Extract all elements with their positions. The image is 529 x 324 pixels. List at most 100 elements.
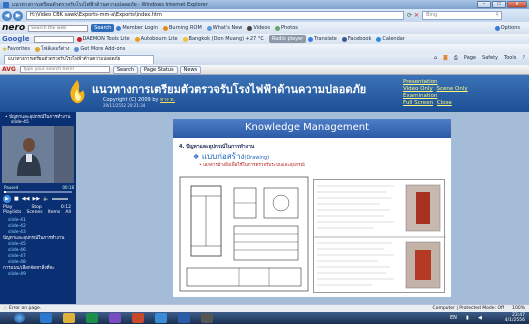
clock[interactable]: 23:47 4/1/2556 — [505, 313, 525, 323]
tools-menu[interactable]: Tools — [504, 55, 516, 61]
next-icon[interactable]: ▶▶ — [32, 196, 40, 202]
maximize-button[interactable]: ▭ — [492, 1, 506, 8]
google-item-label: Calendar — [382, 36, 405, 42]
google-item-daemon[interactable]: DAEMON Tools Lite — [76, 36, 130, 42]
tab-bar: แนวทางการเตรียมตัวตรวจรับโรงไฟฟ้าด้านควา… — [0, 54, 529, 65]
status-text[interactable]: Error on page. — [9, 306, 41, 311]
nero-options[interactable]: Options — [494, 25, 520, 31]
avg-page-status-button[interactable]: Page Status — [140, 65, 178, 74]
video-state: Paused — [4, 185, 19, 190]
start-button[interactable] — [14, 313, 25, 323]
google-item-translate[interactable]: Translate — [308, 36, 337, 42]
magnifier-icon[interactable]: ⚲ — [495, 12, 499, 19]
nero-item-member-login[interactable]: Member Login — [116, 25, 158, 31]
zoom-label[interactable]: 100% — [512, 306, 525, 311]
spec-sheet-graphic — [314, 184, 446, 289]
google-item-label: DAEMON Tools Lite — [82, 36, 130, 42]
close-link[interactable]: Close — [437, 100, 452, 106]
close-button[interactable]: x — [507, 1, 527, 8]
volume-icon[interactable]: ◀ — [478, 315, 482, 321]
play-button[interactable]: ▶ — [3, 195, 11, 203]
scenes-tab[interactable]: Scenes — [26, 210, 42, 215]
taskbar-player-icon[interactable] — [201, 313, 213, 323]
nero-search-input[interactable]: Search the web — [28, 24, 89, 32]
subheading-thai: แบบก่อสร้าง — [201, 152, 245, 161]
radio-player-button[interactable]: Radio player — [268, 35, 307, 43]
flame-logo-icon — [70, 80, 85, 104]
favorites-link-folder[interactable]: โฟล์เดอร์ต่าง — [34, 45, 69, 53]
nero-item-photos[interactable]: Photos — [275, 25, 298, 31]
nero-item-videos[interactable]: Videos — [247, 25, 270, 31]
avg-search-button[interactable]: Search — [112, 65, 138, 74]
avg-toolbar: AVG Type your search here! Search Page S… — [0, 65, 529, 75]
translate-icon — [308, 36, 314, 42]
avg-logo: AVG — [2, 66, 16, 73]
refresh-icon[interactable]: ⟳ — [407, 12, 412, 19]
status-right: Computer | Protected Mode: Off 100% — [433, 306, 525, 311]
items-tab[interactable]: Items — [48, 210, 61, 215]
favorites-link-addons[interactable]: Get More Add-ons — [74, 46, 125, 52]
stop-icon[interactable]: ✕ — [414, 12, 419, 19]
favorites-button[interactable]: ★ Favorites — [2, 46, 30, 53]
zone-label[interactable]: Computer | Protected Mode: Off — [433, 306, 505, 311]
google-logo: Google — [2, 35, 30, 43]
scene-only-link[interactable]: Scene Only — [437, 86, 468, 92]
prev-icon[interactable]: ◀◀ — [22, 196, 30, 202]
forward-button[interactable]: ▶ — [13, 10, 23, 21]
taskbar-ie-icon[interactable] — [40, 313, 52, 323]
speaker-icon[interactable]: 🔈 — [43, 196, 49, 202]
volume-slider[interactable] — [52, 198, 69, 200]
google-search-input[interactable] — [33, 35, 74, 43]
facebook-icon — [341, 36, 347, 42]
all-tab[interactable]: All — [65, 210, 71, 215]
presentation-link[interactable]: Presentation — [403, 79, 438, 85]
home-icon[interactable]: ⌂ — [434, 55, 437, 61]
address-input[interactable]: H:\Video CBK sawk\Exports-mm-a\Exports\i… — [26, 11, 404, 20]
minimize-button[interactable]: – — [477, 1, 491, 8]
google-item-autoburn[interactable]: Autobourn Lite — [134, 36, 178, 42]
video-progress[interactable] — [4, 191, 72, 193]
playlists-tab[interactable]: Playlists — [3, 210, 21, 215]
copyright-owner-link[interactable]: ทาง ท. — [160, 97, 175, 103]
scene-slide: slide-45 — [11, 120, 29, 125]
nero-item-burning-rom[interactable]: Burning ROM — [162, 25, 202, 31]
burn-icon — [134, 36, 140, 42]
video-player[interactable] — [2, 126, 74, 183]
feeds-icon[interactable]: ◙ — [443, 55, 448, 61]
photo-icon — [275, 25, 281, 31]
full-screen-link[interactable]: Full Screen — [403, 100, 433, 106]
network-icon[interactable]: ▮ — [466, 315, 469, 321]
avg-search-input[interactable]: Type your search here! — [19, 66, 110, 73]
tab-current[interactable]: แนวทางการเตรียมตัวตรวจรับโรงไฟฟ้าด้านควา… — [4, 55, 154, 64]
google-item-facebook[interactable]: Facebook — [341, 36, 371, 42]
list-item[interactable]: slide-49 — [3, 272, 73, 278]
taskbar-word-icon[interactable] — [178, 313, 190, 323]
weather-icon — [182, 36, 188, 42]
taskbar-app-icon[interactable] — [109, 313, 121, 323]
search-input[interactable]: Bing ⚲ — [422, 11, 503, 20]
error-icon[interactable]: ⚠ — [3, 306, 7, 311]
video-only-link[interactable]: Video Only — [403, 86, 433, 92]
nero-item-label: Videos — [253, 25, 271, 31]
nero-item-whats-new[interactable]: What's New — [206, 25, 242, 31]
taskbar-explorer-icon[interactable] — [63, 313, 75, 323]
taskbar: EN ▮ ◀ 23:47 4/1/2556 — [0, 312, 529, 324]
tray-lang[interactable]: EN — [450, 315, 457, 321]
avg-news-button[interactable]: News — [179, 65, 202, 74]
google-item-calendar[interactable]: Calendar — [376, 36, 405, 42]
taskbar-photo-icon[interactable] — [132, 313, 144, 323]
nero-item-label: Burning ROM — [168, 25, 202, 31]
examination-link[interactable]: Examination — [403, 93, 437, 99]
taskbar-browser-icon[interactable] — [155, 313, 167, 323]
page-menu[interactable]: Page — [464, 55, 476, 61]
safety-menu[interactable]: Safety — [482, 55, 498, 61]
back-button[interactable]: ◀ — [2, 10, 12, 21]
google-item-weather[interactable]: Bangkok (Don Muang) +27 °C — [182, 36, 264, 42]
help-icon[interactable]: ? — [522, 55, 525, 61]
taskbar-media-icon[interactable] — [86, 313, 98, 323]
nero-search-button[interactable]: Search — [91, 24, 115, 32]
stop-icon[interactable]: ■ — [14, 196, 19, 202]
print-icon[interactable]: ⎙ — [454, 55, 458, 61]
video-status: Paused 00:18 — [4, 185, 74, 190]
favorites-link-label: Get More Add-ons — [80, 46, 126, 52]
